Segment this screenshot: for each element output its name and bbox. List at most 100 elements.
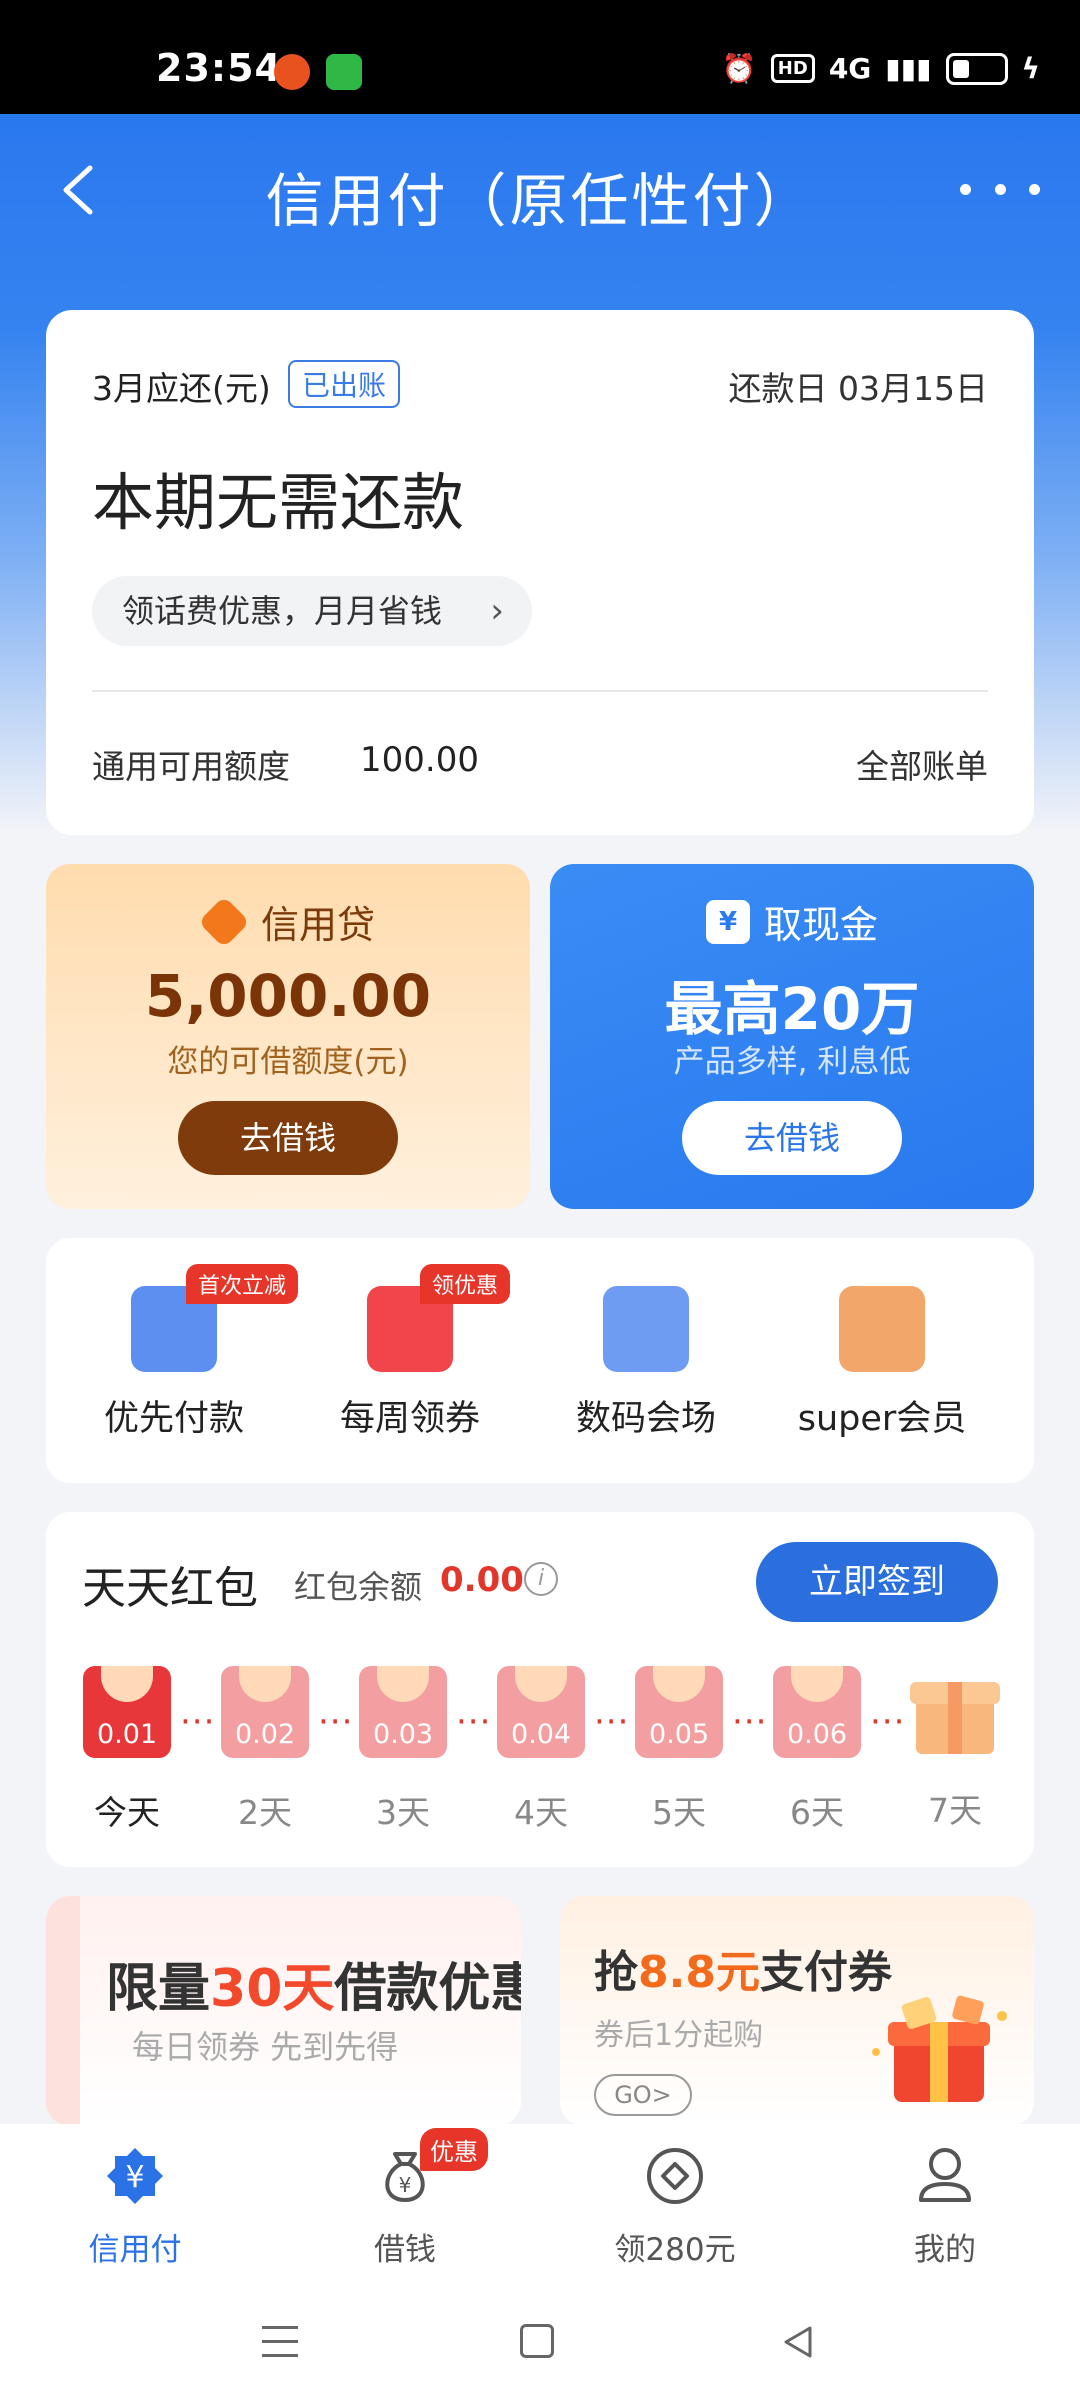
status-time: 23:54 <box>156 46 282 90</box>
signal-bars-icon: ▮▮▮ <box>885 52 932 85</box>
day-packet: 0.04 4天 <box>496 1666 586 1834</box>
progress-dots: ··· <box>594 1702 630 1742</box>
banner-subtitle: 券后1分起购 <box>594 2018 764 2053</box>
shortcut-grid: 首次立减 优先付款 领优惠 每周领券 数码会场 super会员 <box>46 1238 1034 1483</box>
banner-title: 抢8.8元支付券 <box>594 1936 892 2000</box>
info-icon[interactable]: i <box>524 1562 558 1596</box>
progress-dots: ··· <box>318 1702 354 1742</box>
credit-loan-card[interactable]: 信用贷 5,000.00 您的可借额度(元) 去借钱 <box>46 864 530 1209</box>
banner-title-post: 借款优惠 <box>334 1959 521 2019</box>
recent-apps-button[interactable] <box>262 2326 298 2358</box>
day-label: 4天 <box>514 1793 568 1832</box>
available-limit-value: 100.00 <box>360 740 479 780</box>
day-label: 7天 <box>928 1791 982 1830</box>
tab-borrow[interactable]: ¥ 优惠 借钱 <box>270 2124 540 2284</box>
more-button[interactable] <box>960 174 1040 204</box>
shortcut-label: super会员 <box>797 1399 967 1439</box>
yuan-icon: ¥ <box>705 899 750 944</box>
day-packet: 7天 <box>910 1666 1000 1832</box>
red-packet-icon: 0.03 <box>359 1666 447 1758</box>
day-packet: 0.02 2天 <box>220 1666 310 1834</box>
bill-status-text: 本期无需还款 <box>92 466 465 539</box>
tab-credit-pay[interactable]: ¥ 信用付 <box>0 2124 270 2284</box>
shortcut-super-member[interactable]: super会员 <box>764 1238 1000 1483</box>
tab-label: 我的 <box>914 2232 976 2268</box>
profile-icon <box>919 2148 971 2202</box>
more-dot-icon <box>1029 183 1040 195</box>
repayment-date: 还款日 03月15日 <box>728 369 988 408</box>
sign-in-button[interactable]: 立即签到 <box>756 1542 998 1622</box>
tab-label: 领280元 <box>614 2232 736 2268</box>
cash-withdraw-borrow-button[interactable]: 去借钱 <box>682 1101 902 1175</box>
crown-icon <box>839 1286 925 1372</box>
red-packet-balance-label: 红包余额 <box>294 1568 423 1606</box>
progress-dots: ··· <box>870 1702 906 1742</box>
banner-title-highlight: 8.8元 <box>638 1947 760 1998</box>
home-button[interactable] <box>520 2324 554 2358</box>
credit-loan-title: 信用贷 <box>260 903 375 947</box>
credit-pay-icon: ¥ <box>107 2148 163 2204</box>
red-packet-balance-value: 0.00 <box>440 1560 524 1600</box>
credit-loan-icon <box>197 895 251 948</box>
bill-status-badge: 已出账 <box>288 360 401 408</box>
cash-withdraw-card[interactable]: ¥ 取现金 最高20万 产品多样, 利息低 去借钱 <box>550 864 1034 1209</box>
credit-loan-borrow-button[interactable]: 去借钱 <box>178 1101 398 1175</box>
day-packet[interactable]: 0.01 今天 <box>82 1666 172 1834</box>
bottom-tab-bar: ¥ 信用付 ¥ 优惠 借钱 领280元 我的 <box>0 2124 1080 2284</box>
svg-text:¥: ¥ <box>399 2173 412 2197</box>
credit-loan-amount: 5,000.00 <box>144 962 432 1030</box>
progress-dots: ··· <box>732 1702 768 1742</box>
all-bills-link[interactable]: 全部账单 <box>856 740 988 788</box>
gift-box-icon <box>910 1666 1000 1756</box>
credit-loan-subtitle: 您的可借额度(元) <box>167 1044 409 1080</box>
day-amount: 0.01 <box>96 1719 158 1750</box>
credit-loan-header: 信用贷 <box>46 894 530 949</box>
red-packet-icon: 0.06 <box>773 1666 861 1758</box>
hd-icon: HD <box>770 54 815 83</box>
payment-coupon-banner[interactable]: 抢8.8元支付券 券后1分起购 GO> <box>560 1896 1034 2126</box>
tablet-icon <box>603 1286 689 1372</box>
day-amount: 0.05 <box>648 1719 710 1750</box>
banner-edge <box>46 1896 80 2126</box>
day-amount: 0.02 <box>234 1719 296 1750</box>
red-packet-title: 天天红包 <box>82 1563 258 1614</box>
day-amount: 0.03 <box>372 1719 434 1750</box>
tab-claim-280[interactable]: 领280元 <box>540 2124 810 2284</box>
red-packet-icon: 0.05 <box>635 1666 723 1758</box>
shortcut-weekly-coupon[interactable]: 领优惠 每周领券 <box>292 1238 528 1483</box>
loan-discount-banner[interactable]: 限量30天借款优惠 每日领券 先到先得 <box>46 1896 521 2126</box>
daily-red-packet-card: 天天红包 红包余额 0.00 i 立即签到 0.01 今天 ··· 0.02 2… <box>46 1512 1034 1867</box>
banner-title-pre: 抢 <box>594 1947 638 1998</box>
day-amount: 0.06 <box>786 1719 848 1750</box>
message-app-icon <box>326 54 362 90</box>
cash-withdraw-title: 取现金 <box>763 903 878 947</box>
system-nav-bar <box>0 2284 1080 2400</box>
banner-title-highlight: 30天 <box>210 1959 335 2019</box>
notification-app-icon <box>274 54 310 90</box>
back-triangle-icon[interactable] <box>778 2322 818 2362</box>
red-packet-icon: 0.02 <box>221 1666 309 1758</box>
red-packet-icon: 0.04 <box>497 1666 585 1758</box>
shortcut-digital-venue[interactable]: 数码会场 <box>528 1238 764 1483</box>
day-label: 6天 <box>790 1793 844 1832</box>
chevron-right-icon: › <box>490 591 504 631</box>
shortcut-tag: 首次立减 <box>186 1264 299 1304</box>
banner-title-pre: 限量 <box>106 1959 211 2019</box>
day-packet: 0.05 5天 <box>634 1666 724 1834</box>
tab-mine[interactable]: 我的 <box>810 2124 1080 2284</box>
shortcut-label: 每周领券 <box>339 1399 480 1439</box>
shortcut-tag: 领优惠 <box>420 1264 511 1304</box>
progress-dots: ··· <box>456 1702 492 1742</box>
progress-dots: ··· <box>180 1702 216 1742</box>
charging-icon: ϟ <box>1021 52 1040 85</box>
go-button[interactable]: GO> <box>594 2074 692 2116</box>
battery-icon <box>945 52 1008 85</box>
gift-illustration-icon <box>872 1995 1007 2102</box>
shortcut-priority-pay[interactable]: 首次立减 优先付款 <box>56 1238 299 1483</box>
phone-bill-promo-link[interactable]: 领话费优惠，月月省钱 › <box>92 576 532 646</box>
banner-title-post: 支付券 <box>759 1947 892 1998</box>
day-packet: 0.03 3天 <box>358 1666 448 1834</box>
day-label: 3天 <box>376 1793 430 1832</box>
cash-withdraw-header: ¥ 取现金 <box>550 894 1034 949</box>
divider <box>92 690 988 692</box>
